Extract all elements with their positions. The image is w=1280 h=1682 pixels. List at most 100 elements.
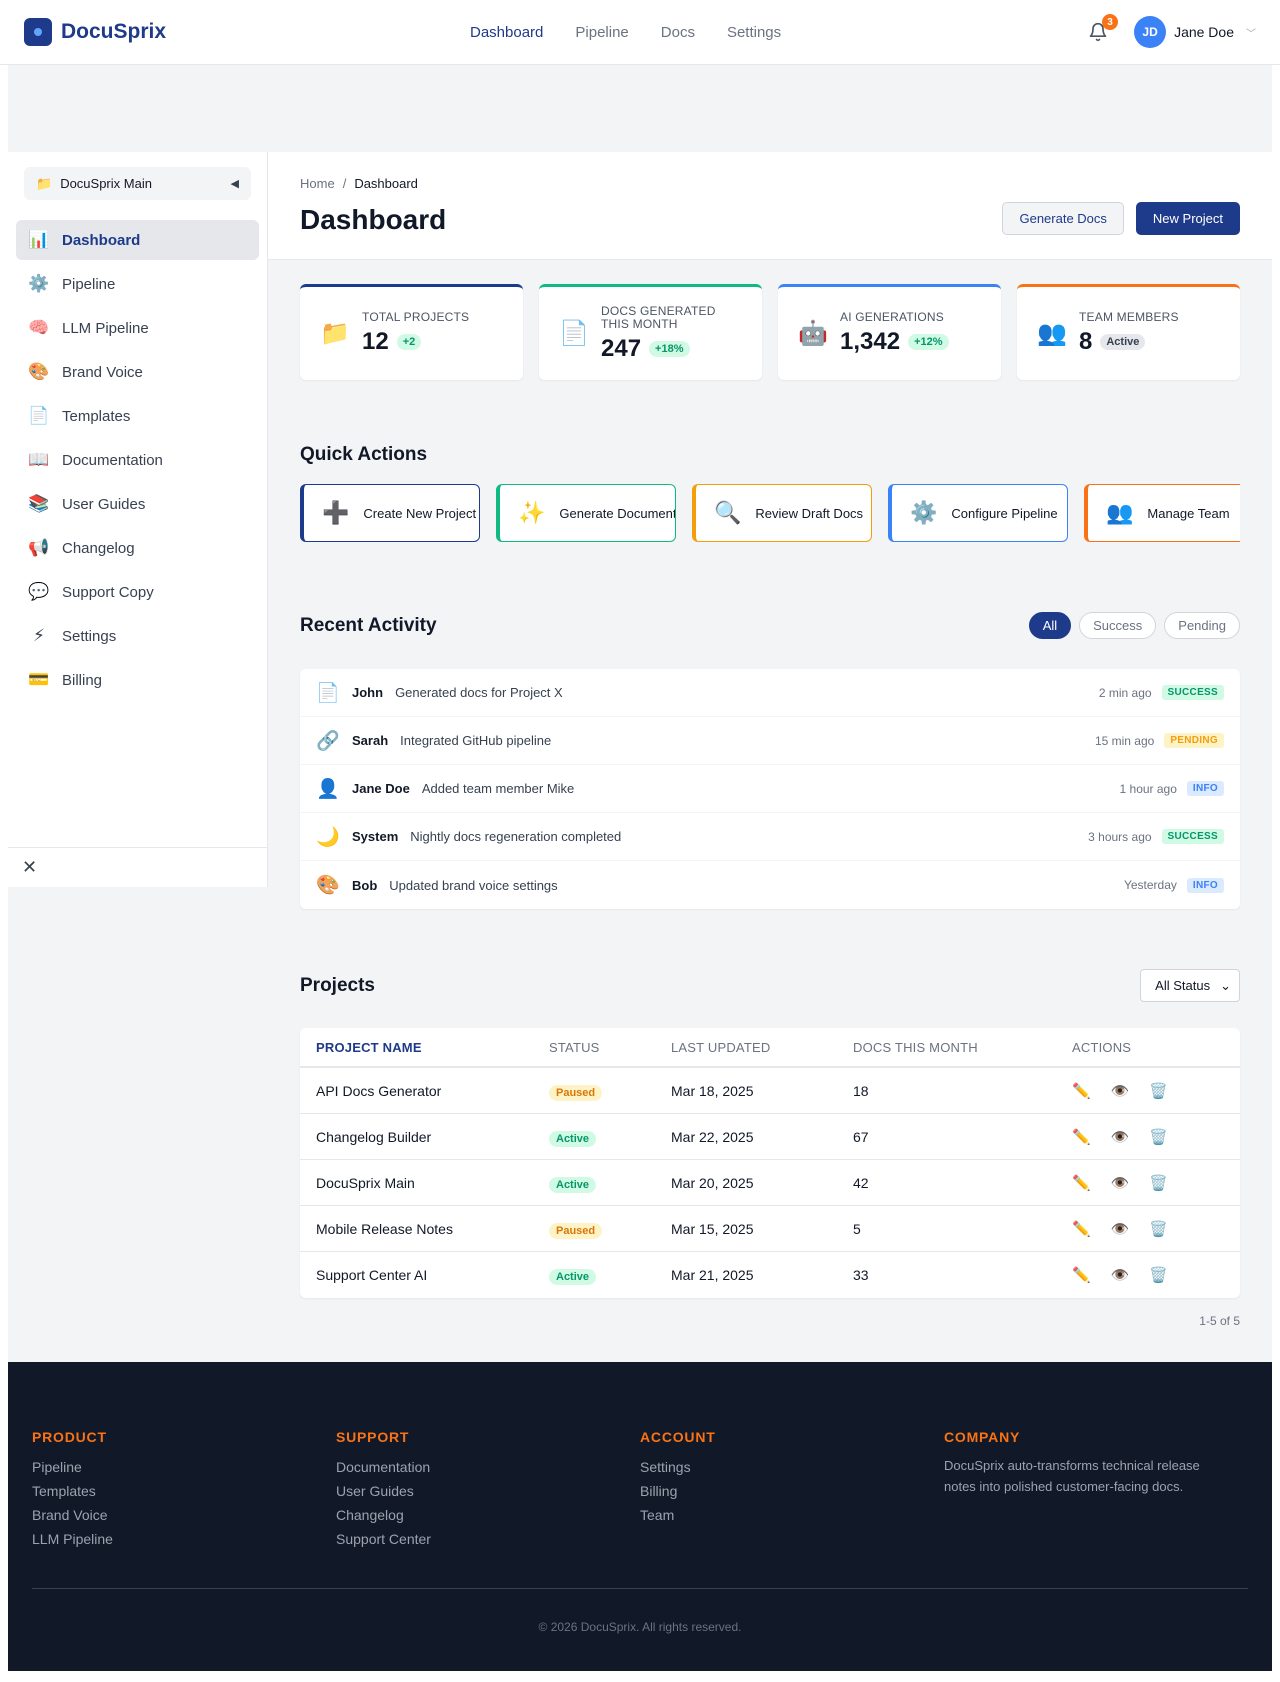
list-item[interactable]: 🎨 Bob Updated brand voice settings Yesterda… [300, 861, 1240, 909]
status-filter-select[interactable]: All Status ⌄ [1140, 969, 1240, 1002]
footer-link[interactable]: Settings [640, 1455, 944, 1479]
collapse-arrow-icon[interactable]: ◀ [231, 177, 239, 190]
close-sidebar-button[interactable]: ✕ [8, 847, 267, 887]
topnav-settings[interactable]: Settings [727, 24, 781, 41]
quick-action-create-new-project[interactable]: ➕ Create New Project [300, 484, 480, 542]
status-badge: SUCCESS [1161, 829, 1224, 844]
sidebar-item-templates[interactable]: 📄 Templates [16, 396, 259, 436]
list-item[interactable]: 🔗 Sarah Integrated GitHub pipeline 15 min a… [300, 717, 1240, 765]
footer-link[interactable]: Pipeline [32, 1455, 336, 1479]
notifications-button[interactable]: 3 [1086, 14, 1119, 44]
sidebar-item-settings[interactable]: ⚡ Settings [16, 616, 259, 656]
stat-badge: Active [1100, 334, 1146, 350]
filter-pending[interactable]: Pending [1164, 612, 1240, 639]
list-item[interactable]: 🌙 System Nightly docs regeneration complet… [300, 813, 1240, 861]
footer-link[interactable]: Changelog [336, 1503, 640, 1527]
banner-area [8, 65, 1272, 152]
last-updated: Mar 22, 2025 [671, 1128, 754, 1145]
table-row[interactable]: Mobile Release Notes Paused Mar 15, 2025 5 ✏… [300, 1206, 1240, 1252]
eye-icon[interactable]: 👁️ [1111, 1082, 1130, 1100]
topnav-dashboard[interactable]: Dashboard [470, 24, 543, 41]
sidebar-item-user-guides[interactable]: 📚 User Guides [16, 484, 259, 524]
people-icon: 👥 [1037, 320, 1067, 347]
chevron-down-icon: ⌄ [1220, 977, 1231, 993]
sidebar-item-dashboard[interactable]: 📊 Dashboard [16, 220, 259, 260]
plus-icon: ➕ [322, 500, 350, 525]
folder-icon: 📁 [36, 175, 53, 191]
sidebar-item-label: Dashboard [62, 231, 141, 249]
sidebar-item-documentation[interactable]: 📖 Documentation [16, 440, 259, 480]
project-name[interactable]: DocuSprix Main [316, 1175, 549, 1191]
edit-icon[interactable]: ✏️ [1072, 1082, 1091, 1100]
table-row[interactable]: Changelog Builder Active Mar 22, 2025 67 ✏️ 👁… [300, 1114, 1240, 1160]
topnav-docs[interactable]: Docs [661, 24, 695, 41]
edit-icon[interactable]: ✏️ [1072, 1128, 1091, 1146]
footer-divider [32, 1588, 1248, 1589]
new-project-button[interactable]: New Project [1135, 202, 1240, 235]
eye-icon[interactable]: 👁️ [1111, 1220, 1130, 1238]
activity-description: Updated brand voice settings [389, 877, 558, 893]
footer-link[interactable]: Support Center [336, 1527, 640, 1551]
status-badge: Active [549, 1176, 597, 1193]
quick-actions: ➕ Create New Project ✨ Generate Documentati… [300, 484, 1240, 542]
project-name[interactable]: Support Center AI [316, 1267, 549, 1283]
table-row[interactable]: API Docs Generator Paused Mar 18, 2025 18 ✏️… [300, 1068, 1240, 1114]
footer-link[interactable]: Billing [640, 1479, 944, 1503]
workspace-switcher[interactable]: 📁 DocuSprix Main ◀ [24, 167, 251, 200]
footer-link[interactable]: Team [640, 1503, 944, 1527]
sidebar-item-support-copy[interactable]: 💬 Support Copy [16, 572, 259, 612]
sidebar-item-label: Pipeline [62, 275, 116, 293]
user-menu[interactable]: JD Jane Doe ﹀ [1134, 16, 1256, 48]
project-name[interactable]: Mobile Release Notes [316, 1221, 549, 1237]
table-row[interactable]: DocuSprix Main Active Mar 20, 2025 42 ✏️ 👁️ 🗑️ [300, 1160, 1240, 1206]
sidebar-item-pipeline[interactable]: ⚙️ Pipeline [16, 264, 259, 304]
trash-icon[interactable]: 🗑️ [1149, 1174, 1168, 1192]
trash-icon[interactable]: 🗑️ [1149, 1128, 1168, 1146]
project-name[interactable]: API Docs Generator [316, 1083, 549, 1099]
table-row[interactable]: Support Center AI Active Mar 21, 2025 33 ✏️ 👁… [300, 1252, 1240, 1298]
quick-action-manage-team[interactable]: 👥 Manage Team [1084, 484, 1240, 542]
list-item[interactable]: 📄 John Generated docs for Project X 2 min a… [300, 669, 1240, 717]
books-icon: 📚 [28, 494, 50, 513]
eye-icon[interactable]: 👁️ [1111, 1128, 1130, 1146]
quick-action-configure-pipeline[interactable]: ⚙️ Configure Pipeline [888, 484, 1068, 542]
trash-icon[interactable]: 🗑️ [1149, 1266, 1168, 1284]
sidebar-item-billing[interactable]: 💳 Billing [16, 660, 259, 700]
topnav-pipeline[interactable]: Pipeline [575, 24, 628, 41]
edit-icon[interactable]: ✏️ [1072, 1266, 1091, 1284]
eye-icon[interactable]: 👁️ [1111, 1266, 1130, 1284]
footer-link[interactable]: User Guides [336, 1479, 640, 1503]
sidebar-item-llm-pipeline[interactable]: 🧠 LLM Pipeline [16, 308, 259, 348]
footer-link[interactable]: Templates [32, 1479, 336, 1503]
filter-success[interactable]: Success [1079, 612, 1157, 639]
list-item[interactable]: 👤 Jane Doe Added team member Mike 1 hour ag… [300, 765, 1240, 813]
footer-link[interactable]: LLM Pipeline [32, 1527, 336, 1551]
trash-icon[interactable]: 🗑️ [1149, 1082, 1168, 1100]
filter-all[interactable]: All [1028, 612, 1072, 639]
edit-icon[interactable]: ✏️ [1072, 1174, 1091, 1192]
column-header[interactable]: Docs This Month [853, 1040, 1066, 1055]
project-name[interactable]: Changelog Builder [316, 1129, 549, 1145]
palette-icon: 🎨 [316, 875, 340, 896]
column-header[interactable]: Last Updated [671, 1040, 853, 1055]
sidebar-item-brand-voice[interactable]: 🎨 Brand Voice [16, 352, 259, 392]
footer-link[interactable]: Documentation [336, 1455, 640, 1479]
docs-count: 67 [853, 1128, 869, 1145]
activity-user: Jane Doe [352, 781, 410, 796]
quick-action-review-draft-docs[interactable]: 🔍 Review Draft Docs [692, 484, 872, 542]
column-header[interactable]: Status [549, 1040, 671, 1055]
footer-link[interactable]: Brand Voice [32, 1503, 336, 1527]
breadcrumb-home[interactable]: Home [300, 176, 335, 191]
brand[interactable]: DocuSprix [24, 18, 166, 46]
eye-icon[interactable]: 👁️ [1111, 1174, 1130, 1192]
quick-action-generate-documentation[interactable]: ✨ Generate Documentation [496, 484, 676, 542]
sidebar-item-changelog[interactable]: 📢 Changelog [16, 528, 259, 568]
generate-docs-button[interactable]: Generate Docs [1002, 202, 1124, 235]
footer-column-account: ACCOUNT Settings Billing Team [640, 1429, 944, 1551]
edit-icon[interactable]: ✏️ [1072, 1220, 1091, 1238]
quick-actions-title: Quick Actions [300, 444, 428, 465]
trash-icon[interactable]: 🗑️ [1149, 1220, 1168, 1238]
footer-heading: ACCOUNT [640, 1429, 716, 1445]
column-header[interactable]: Project Name [316, 1040, 549, 1055]
top-header: DocuSprix Dashboard Pipeline Docs Settin… [0, 0, 1280, 65]
